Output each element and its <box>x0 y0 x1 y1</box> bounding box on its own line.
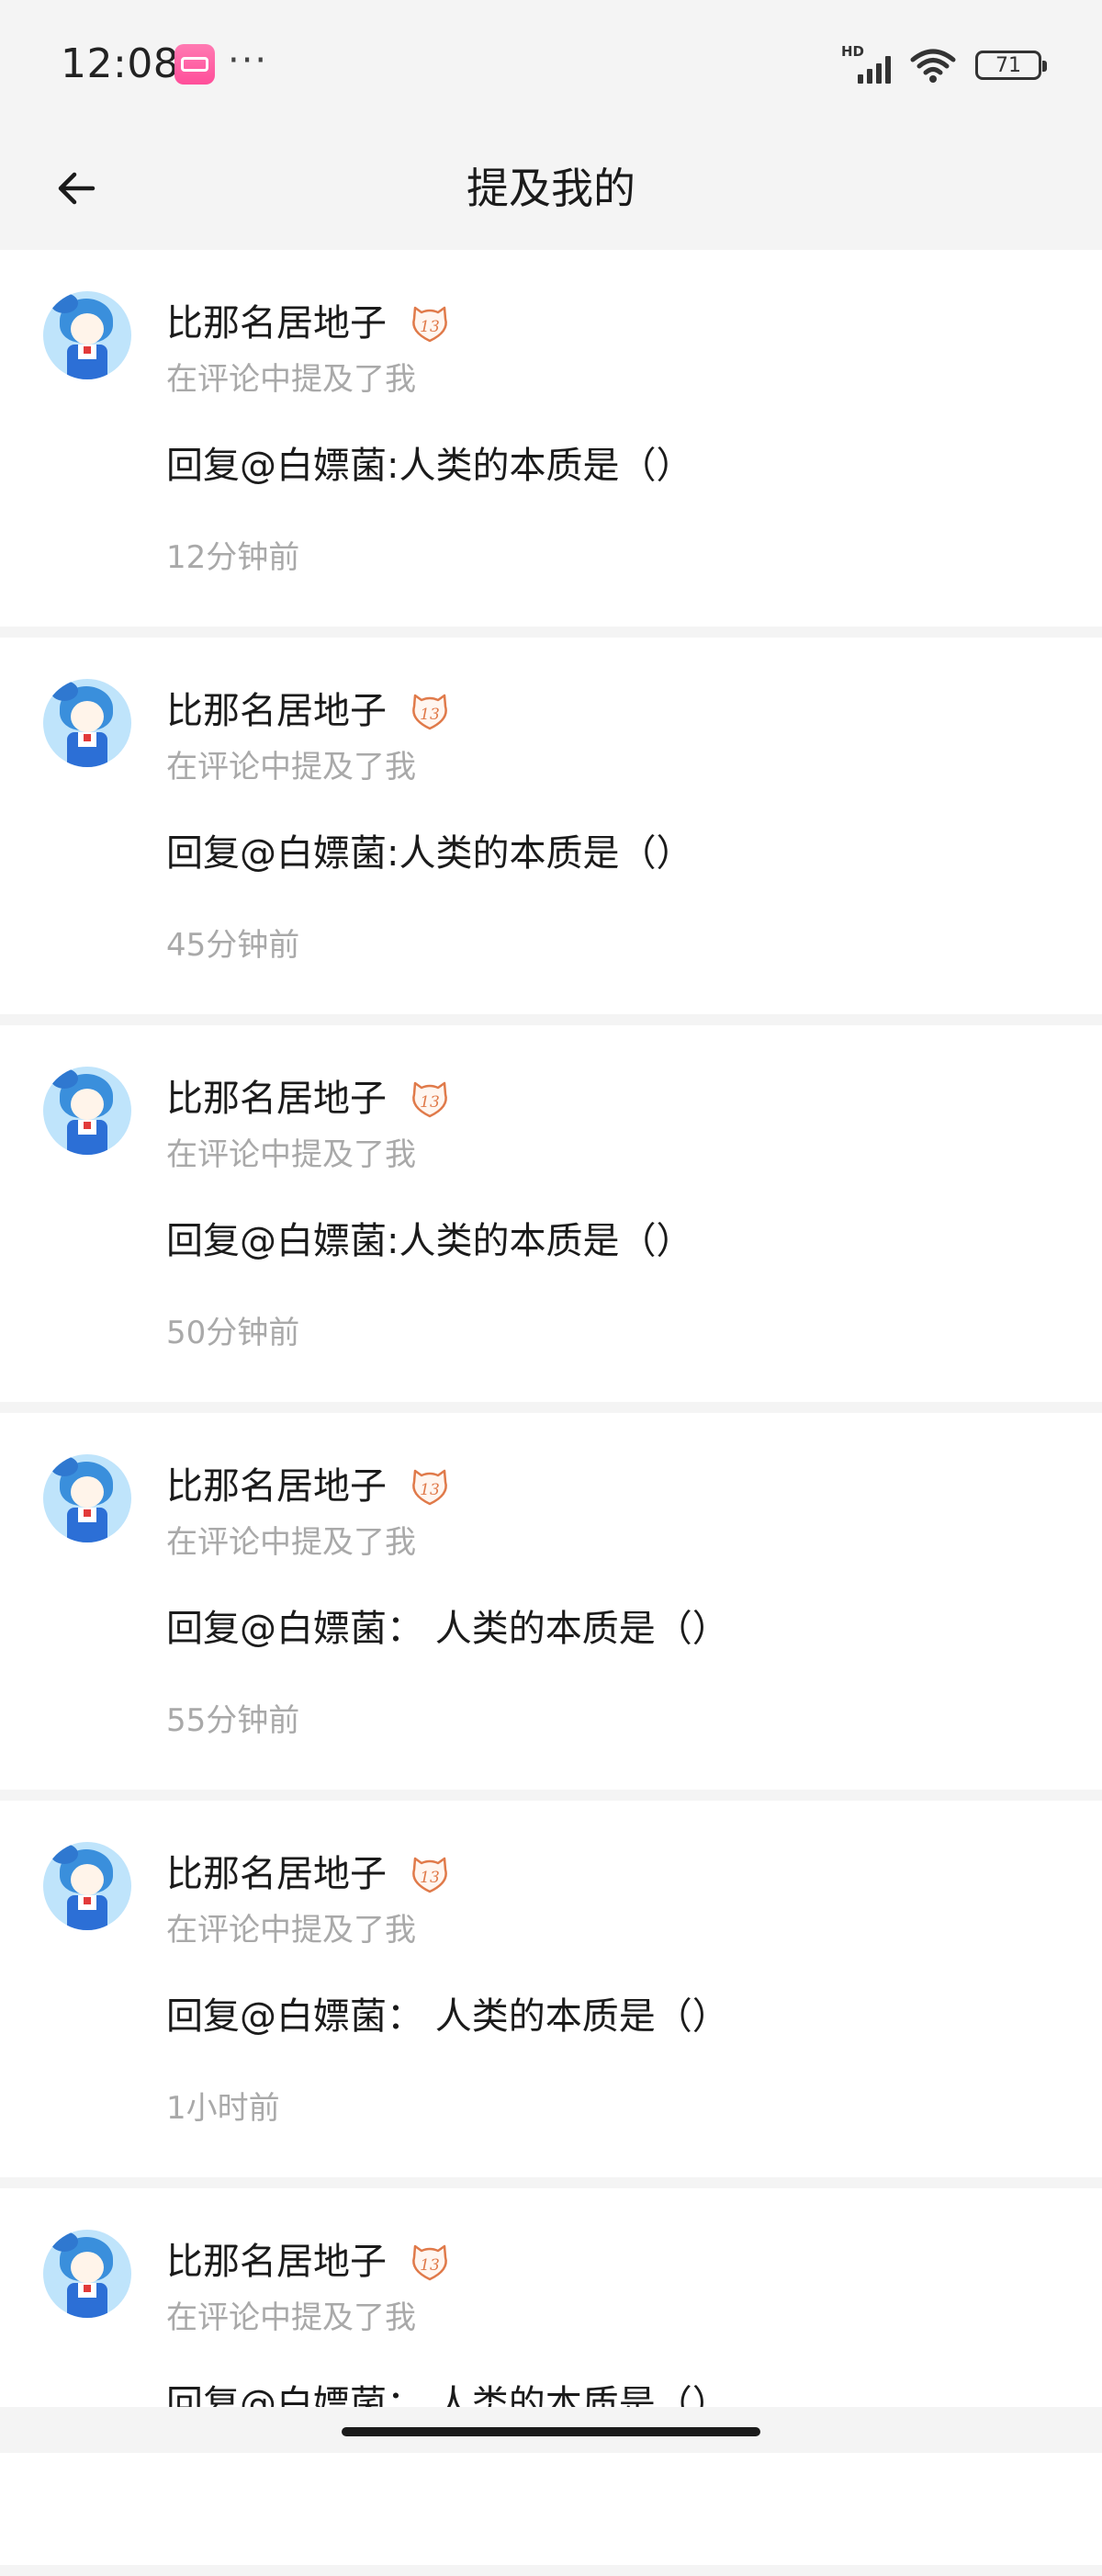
comment-text[interactable]: 回复@白嫖菌:人类的本质是（） <box>166 828 692 879</box>
timestamp: 45分钟前 <box>166 927 300 964</box>
user-name[interactable]: 比那名居地子 <box>166 298 387 349</box>
level-badge-icon: 13 <box>412 1857 447 1893</box>
user-name[interactable]: 比那名居地子 <box>166 1848 387 1900</box>
comment-text[interactable]: 回复@白嫖菌： 人类的本质是（） <box>166 1991 729 2042</box>
comment-text[interactable]: 回复@白嫖菌:人类的本质是（） <box>166 440 692 491</box>
svg-text:13: 13 <box>420 706 440 724</box>
status-more-icon: ··· <box>228 40 269 82</box>
home-indicator[interactable] <box>342 2427 760 2436</box>
level-badge-icon: 13 <box>412 1081 447 1118</box>
svg-text:13: 13 <box>420 1869 440 1887</box>
avatar[interactable] <box>43 1454 131 1542</box>
page-title: 提及我的 <box>467 164 635 213</box>
mention-item[interactable]: 比那名居地子 13 在评论中提及了我 回复@白嫖菌： 人类的本质是（） 1小时前 <box>0 1801 1102 2177</box>
mention-item[interactable]: 比那名居地子 13 在评论中提及了我 回复@白嫖菌:人类的本质是（） 50分钟前 <box>0 1025 1102 1402</box>
mention-item[interactable]: 比那名居地子 13 在评论中提及了我 回复@白嫖菌： 人类的本质是（） 55分钟… <box>0 1413 1102 1790</box>
timestamp: 1小时前 <box>166 2090 280 2127</box>
timestamp: 12分钟前 <box>166 539 300 576</box>
mention-type: 在评论中提及了我 <box>166 1524 416 1561</box>
level-badge-icon: 13 <box>412 694 447 730</box>
status-time: 12:08 <box>61 40 180 87</box>
mention-type: 在评论中提及了我 <box>166 749 416 785</box>
avatar[interactable] <box>43 2230 131 2318</box>
avatar[interactable] <box>43 1067 131 1155</box>
svg-text:13: 13 <box>420 2256 440 2275</box>
user-name[interactable]: 比那名居地子 <box>166 685 387 737</box>
timestamp: 50分钟前 <box>166 1315 300 1351</box>
level-badge-icon: 13 <box>412 2244 447 2281</box>
avatar[interactable] <box>43 679 131 767</box>
svg-text:13: 13 <box>420 1093 440 1112</box>
mention-item[interactable]: 比那名居地子 13 在评论中提及了我 回复@白嫖菌:人类的本质是（） 12分钟前 <box>0 250 1102 627</box>
mention-item[interactable]: 比那名居地子 13 在评论中提及了我 回复@白嫖菌:人类的本质是（） 45分钟前 <box>0 638 1102 1014</box>
top-app-bar: 提及我的 <box>0 129 1102 250</box>
mention-item[interactable]: 比那名居地子 13 在评论中提及了我 回复@白嫖菌： 人类的本质是（） <box>0 2188 1102 2565</box>
bilibili-app-icon <box>174 44 215 85</box>
wifi-icon <box>910 49 956 83</box>
mention-list: 比那名居地子 13 在评论中提及了我 回复@白嫖菌:人类的本质是（） 12分钟前… <box>0 250 1102 2576</box>
mention-type: 在评论中提及了我 <box>166 361 416 398</box>
gesture-bar <box>0 2407 1102 2453</box>
battery-icon: 71 <box>975 51 1047 80</box>
status-bar: 12:08 ··· HD 71 <box>0 0 1102 129</box>
svg-text:13: 13 <box>420 1481 440 1499</box>
user-name[interactable]: 比那名居地子 <box>166 1073 387 1124</box>
status-indicators: HD 71 <box>841 43 1047 86</box>
user-name[interactable]: 比那名居地子 <box>166 2236 387 2288</box>
avatar[interactable] <box>43 1842 131 1930</box>
level-badge-icon: 13 <box>412 306 447 343</box>
mention-type: 在评论中提及了我 <box>166 1912 416 1949</box>
timestamp: 55分钟前 <box>166 1702 300 1739</box>
level-badge-icon: 13 <box>412 1469 447 1506</box>
comment-text[interactable]: 回复@白嫖菌： 人类的本质是（） <box>166 1603 729 1655</box>
comment-text[interactable]: 回复@白嫖菌:人类的本质是（） <box>166 1215 692 1267</box>
mention-type: 在评论中提及了我 <box>166 2299 416 2336</box>
avatar[interactable] <box>43 291 131 379</box>
signal-icon: HD <box>841 43 891 84</box>
mention-type: 在评论中提及了我 <box>166 1136 416 1173</box>
svg-text:13: 13 <box>420 318 440 336</box>
user-name[interactable]: 比那名居地子 <box>166 1461 387 1512</box>
